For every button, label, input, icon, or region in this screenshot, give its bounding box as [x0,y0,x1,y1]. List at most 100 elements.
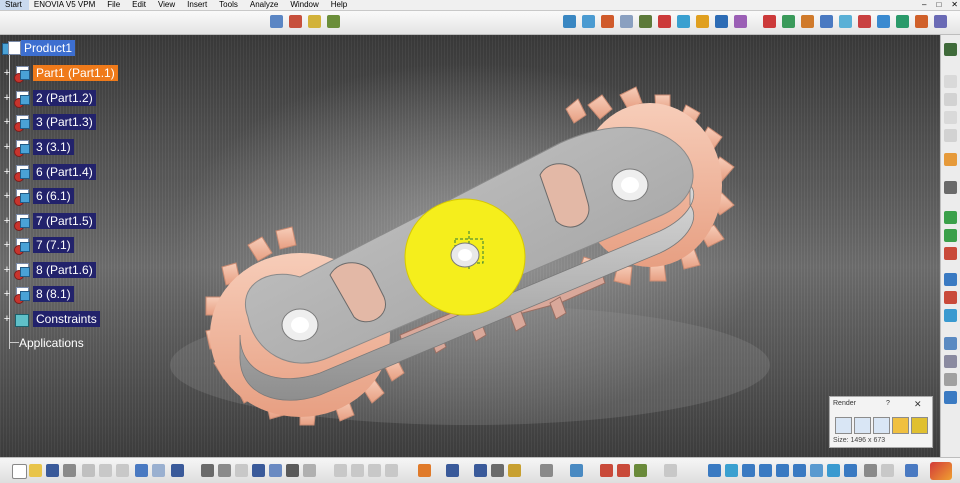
fit-all-icon[interactable] [725,464,738,477]
constraint-bottom-icon[interactable] [334,464,347,477]
multi-instance-icon[interactable] [944,337,957,350]
tree-label-applications[interactable]: Applications [16,335,87,351]
smart-move-icon[interactable] [944,391,957,404]
view-mode-icon[interactable] [827,464,840,477]
snap-icon[interactable] [327,15,340,28]
graph-icon[interactable] [944,309,957,322]
measure-bottom-icon[interactable] [303,464,316,477]
cut-icon[interactable] [82,464,95,477]
new-product-icon[interactable] [944,229,957,242]
existing-component-icon[interactable] [944,273,957,286]
expand-icon[interactable]: + [2,265,12,276]
select-icon[interactable] [944,153,957,166]
measure-icon[interactable] [877,15,890,28]
minimize-button[interactable]: – [922,0,926,10]
scene-icon[interactable] [915,15,928,28]
expand-icon[interactable]: + [2,314,12,325]
formula-icon[interactable] [201,464,214,477]
point-icon[interactable] [944,129,957,142]
film-icon[interactable] [892,417,909,434]
maximize-button[interactable]: □ [936,0,941,10]
whats-this-icon[interactable] [171,464,184,477]
product-icon[interactable] [270,15,283,28]
tree-node[interactable]: + 7 (Part1.5) [2,211,96,231]
snap-right-icon[interactable] [944,373,957,386]
zoom-in-icon[interactable] [776,464,789,477]
plane-icon[interactable] [944,93,957,106]
material-icon[interactable] [617,464,630,477]
tree-node[interactable]: + Part1 (Part1.1) [2,63,118,83]
hide-show-icon[interactable] [864,464,877,477]
color-icon[interactable] [600,464,613,477]
toolbox-icon[interactable] [418,464,431,477]
fix-together-icon[interactable] [658,15,671,28]
replace-icon[interactable] [944,291,957,304]
update-icon[interactable] [677,15,690,28]
expand-icon[interactable]: + [2,216,12,227]
menu-help[interactable]: Help [326,0,354,10]
constraint3-bottom-icon[interactable] [368,464,381,477]
tree-node[interactable]: + 8 (8.1) [2,284,74,304]
expand-icon[interactable]: + [2,167,12,178]
axis-icon[interactable] [944,111,957,124]
expand-icon[interactable]: + [2,240,12,251]
tree-label[interactable]: Part1 (Part1.1) [33,65,118,81]
expand-icon[interactable]: + [2,142,12,153]
save-icon[interactable] [46,464,59,477]
undo-icon[interactable] [135,464,148,477]
menu-file[interactable]: File [102,0,127,10]
update-all-icon[interactable] [696,15,709,28]
annotation-icon[interactable] [934,15,947,28]
save-icon[interactable] [911,417,928,434]
tree-node-constraints[interactable]: + Constraints [2,309,100,329]
tree-label[interactable]: Constraints [33,311,100,327]
rotate-icon[interactable] [759,464,772,477]
glasses-icon[interactable] [944,43,957,56]
render-style-icon[interactable] [634,464,647,477]
menu-edit[interactable]: Edit [127,0,153,10]
print-icon[interactable] [63,464,76,477]
manipulation-icon[interactable] [782,15,795,28]
constraint-angle-icon[interactable] [620,15,633,28]
tree-node[interactable]: + 6 (Part1.4) [2,162,96,182]
pan-icon[interactable] [742,464,755,477]
tree-label[interactable]: 7 (Part1.5) [33,213,96,229]
normal-view-icon[interactable] [810,464,823,477]
clash-icon[interactable] [820,15,833,28]
fit-icon[interactable] [491,464,504,477]
tree-label[interactable]: 2 (Part1.2) [33,90,96,106]
shading-icon[interactable] [844,464,857,477]
close-icon[interactable]: ✕ [914,399,922,410]
copy-icon[interactable] [99,464,112,477]
tree-node[interactable]: + 3 (Part1.3) [2,112,96,132]
expand-icon[interactable]: + [2,68,12,79]
reuse-pattern-icon[interactable] [715,15,728,28]
menu-analyze[interactable]: Analyze [245,0,285,10]
sketch-icon[interactable] [944,75,957,88]
knowledge-icon[interactable] [235,464,248,477]
fix-icon[interactable] [639,15,652,28]
expand-icon[interactable]: + [2,117,12,128]
snap-move-icon[interactable] [801,15,814,28]
close-button[interactable]: ✕ [951,0,958,10]
constraint-offset-icon[interactable] [601,15,614,28]
catalog-icon[interactable] [269,464,282,477]
tree-node[interactable]: + 2 (Part1.2) [2,88,96,108]
tree-label-root[interactable]: Product1 [21,40,76,56]
tree-label[interactable]: 6 (6.1) [33,188,74,204]
constraint-contact-icon[interactable] [582,15,595,28]
bom-icon[interactable] [896,15,909,28]
tree-node[interactable]: + 6 (6.1) [2,186,74,206]
tree-node-applications[interactable]: Applications [16,333,87,353]
redo-icon[interactable] [152,464,165,477]
expand-icon[interactable]: + [2,289,12,300]
table-icon[interactable] [252,464,265,477]
capture-icon[interactable] [835,417,852,434]
tree-label[interactable]: 7 (7.1) [33,237,74,253]
expand-icon[interactable]: + [2,191,12,202]
bolt-icon[interactable] [474,464,487,477]
new-icon[interactable] [12,464,27,479]
layer-icon[interactable] [570,464,583,477]
part-icon[interactable] [308,15,321,28]
expand-icon[interactable]: + [2,93,12,104]
